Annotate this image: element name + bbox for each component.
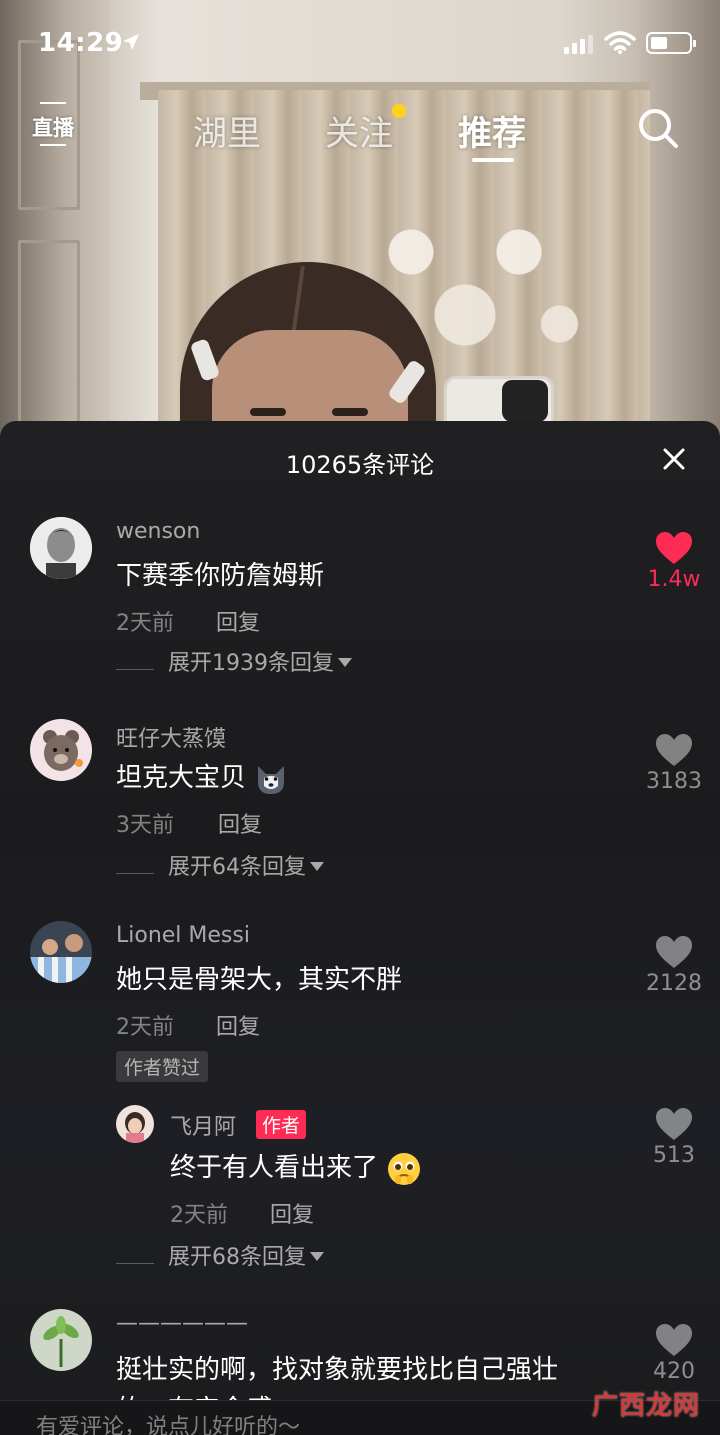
expand-replies-text: 展开64条回复 (168, 855, 306, 880)
expand-replies-label: 展开1939条回复 (168, 645, 352, 677)
heart-icon (656, 936, 692, 968)
avatar-plant-photo (30, 1309, 92, 1371)
comment-time: 2天前 (116, 611, 174, 636)
heart-icon (656, 1108, 692, 1140)
avatar-photo (30, 517, 92, 579)
like-button[interactable]: 513 (644, 1107, 704, 1168)
battery-level (651, 37, 667, 49)
comment-time: 2天前 (116, 1015, 174, 1040)
reply-text-row: 终于有人看出来了 (170, 1147, 422, 1187)
expand-replies-label: 展开68条回复 (168, 1239, 324, 1271)
expand-divider (116, 669, 154, 670)
comment-input-placeholder[interactable]: 有爱评论，说点儿好听的～ (36, 1409, 300, 1435)
door-panel (18, 240, 80, 440)
expand-divider (116, 873, 154, 874)
comment-text: 挺壮实的啊，找对象就要找比自己强壮 (116, 1355, 559, 1385)
heart-filled-icon (656, 532, 692, 564)
heart-icon (656, 734, 692, 766)
like-count: 3183 (646, 769, 702, 794)
comment-username[interactable]: —————— (116, 1311, 248, 1336)
like-count: 2128 (646, 971, 702, 996)
like-count: 420 (653, 1359, 695, 1384)
location-arrow-icon (123, 34, 139, 50)
chevron-down-icon (338, 658, 352, 667)
chevron-down-icon (310, 1252, 324, 1261)
video-door-frame (650, 0, 720, 440)
tab-recommended[interactable]: 推荐 (458, 106, 526, 155)
reply-button[interactable]: 回复 (216, 605, 260, 637)
like-button[interactable]: 3183 (644, 733, 704, 794)
reply-text: 终于有人看出来了 (170, 1153, 379, 1183)
live-icon-line (40, 144, 66, 146)
search-icon[interactable] (636, 106, 682, 152)
video-frame[interactable] (0, 0, 720, 440)
watermark: 广西龙网 (592, 1391, 701, 1421)
expand-replies-label: 展开64条回复 (168, 849, 324, 881)
active-tab-indicator (472, 158, 514, 162)
heart-icon (656, 1324, 692, 1356)
husky-emoji-icon (258, 765, 285, 794)
live-label: 直播 (32, 116, 74, 140)
comment-text-row: 坦克大宝贝 (116, 757, 288, 796)
reply-time: 2天前 (170, 1203, 228, 1228)
like-count: 513 (653, 1143, 695, 1168)
avatar-photo (30, 921, 92, 983)
comment-username[interactable]: Lionel Messi (116, 923, 250, 948)
tab-notification-dot (392, 104, 406, 118)
comment-username[interactable]: wenson (116, 519, 200, 544)
reply-button[interactable]: 回复 (216, 1009, 260, 1041)
like-button[interactable]: 2128 (644, 935, 704, 996)
wifi-icon (604, 31, 636, 54)
avatar[interactable] (30, 1309, 92, 1371)
expand-replies-text: 展开1939条回复 (168, 651, 334, 676)
expand-divider (116, 1263, 154, 1264)
status-time: 14:29 (38, 28, 124, 58)
like-count: 1.4w (647, 567, 701, 592)
comment-text: 她只是骨架大，其实不胖 (116, 965, 403, 995)
reply-button[interactable]: 回复 (270, 1197, 314, 1229)
author-tag: 作者 (256, 1110, 307, 1139)
tab-following[interactable]: 关注 (325, 106, 393, 155)
comment-text: 下赛季你防詹姆斯 (116, 561, 325, 591)
comment-text: 坦克大宝贝 (116, 763, 247, 793)
expand-replies-text: 展开68条回复 (168, 1245, 306, 1270)
avatar-bear-icon (30, 719, 92, 781)
comment-time: 3天前 (116, 813, 174, 838)
video-door (0, 0, 110, 440)
like-button[interactable]: 420 (644, 1323, 704, 1384)
avatar-photo (116, 1105, 154, 1143)
close-icon[interactable] (662, 447, 686, 471)
reply-button[interactable]: 回复 (218, 807, 262, 839)
live-icon-line (40, 102, 66, 104)
person-eye (250, 408, 286, 416)
reply-username[interactable]: 飞月阿 (170, 1109, 236, 1141)
comments-count-title: 10265条评论 (285, 451, 435, 479)
avatar[interactable] (116, 1105, 154, 1143)
avatar[interactable] (30, 517, 92, 579)
comment-username[interactable]: 旺仔大蒸馍 (116, 721, 226, 753)
pleading-face-emoji-icon (388, 1152, 421, 1185)
avatar[interactable] (30, 719, 92, 781)
like-button[interactable]: 1.4w (644, 531, 704, 592)
phone-camera (502, 380, 548, 422)
author-liked-badge: 作者赞过 (116, 1051, 209, 1082)
comments-sheet: 10265条评论 wenson 下赛季你防詹姆斯 2天前 回复 1.4w 展开1… (0, 421, 720, 1435)
chevron-down-icon (310, 862, 324, 871)
tab-local[interactable]: 湖里 (193, 106, 261, 155)
battery-icon (646, 32, 696, 54)
person-eye (332, 408, 368, 416)
avatar[interactable] (30, 921, 92, 983)
cellular-signal-icon (564, 35, 593, 54)
